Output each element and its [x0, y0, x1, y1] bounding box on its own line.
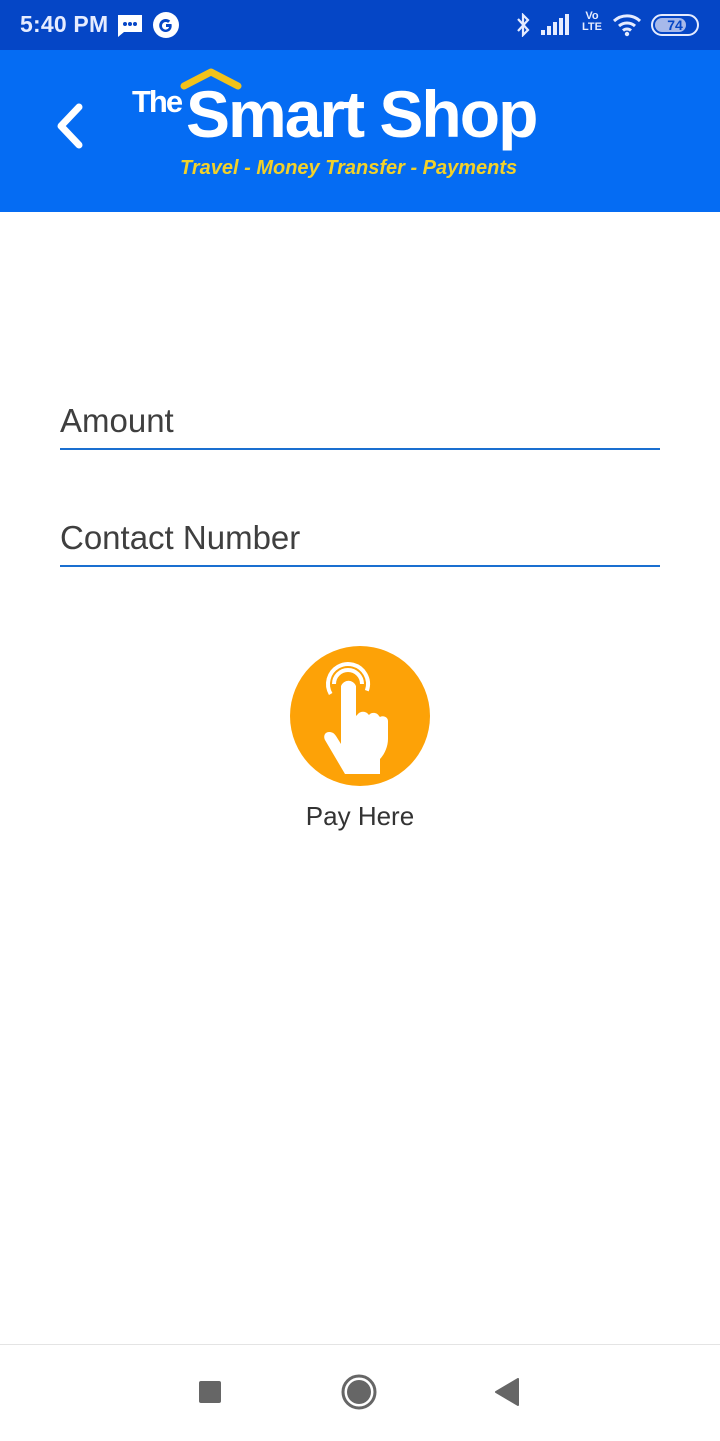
- amount-field-container: [60, 388, 660, 450]
- app-logo: The Smart Shop Travel - Money Transfer -…: [130, 68, 550, 198]
- chevron-left-icon: [53, 103, 87, 154]
- recents-button[interactable]: [185, 1369, 235, 1419]
- google-icon: [153, 12, 179, 43]
- triangle-back-icon: [494, 1377, 520, 1411]
- home-circle-icon: [340, 1373, 378, 1416]
- back-button[interactable]: [40, 98, 100, 158]
- tap-hand-icon: [290, 646, 430, 791]
- square-icon: [198, 1380, 222, 1409]
- contact-number-input[interactable]: [60, 519, 660, 557]
- wifi-icon: [612, 13, 642, 42]
- battery-icon: 74: [651, 14, 699, 36]
- contact-field-container: [60, 505, 660, 567]
- pay-here-button[interactable]: [290, 646, 430, 786]
- logo-name: Smart Shop: [186, 77, 538, 151]
- home-button[interactable]: [334, 1369, 384, 1419]
- volte-icon: Vo LTE: [582, 10, 602, 33]
- status-bar: 5:40 PM Vo LTE 74: [0, 0, 720, 50]
- status-time: 5:40 PM: [20, 11, 109, 37]
- logo-prefix: The: [132, 84, 183, 119]
- back-nav-button[interactable]: [482, 1369, 532, 1419]
- message-icon: [117, 14, 143, 43]
- bluetooth-icon: [515, 12, 531, 42]
- system-nav-bar: [0, 1344, 720, 1441]
- amount-input[interactable]: [60, 402, 660, 440]
- battery-level: 74: [667, 17, 683, 33]
- signal-icon: [541, 14, 571, 41]
- app-bar: The Smart Shop Travel - Money Transfer -…: [0, 50, 720, 212]
- logo-tagline: Travel - Money Transfer - Payments: [180, 157, 518, 179]
- pay-here-label: Pay Here: [305, 801, 415, 831]
